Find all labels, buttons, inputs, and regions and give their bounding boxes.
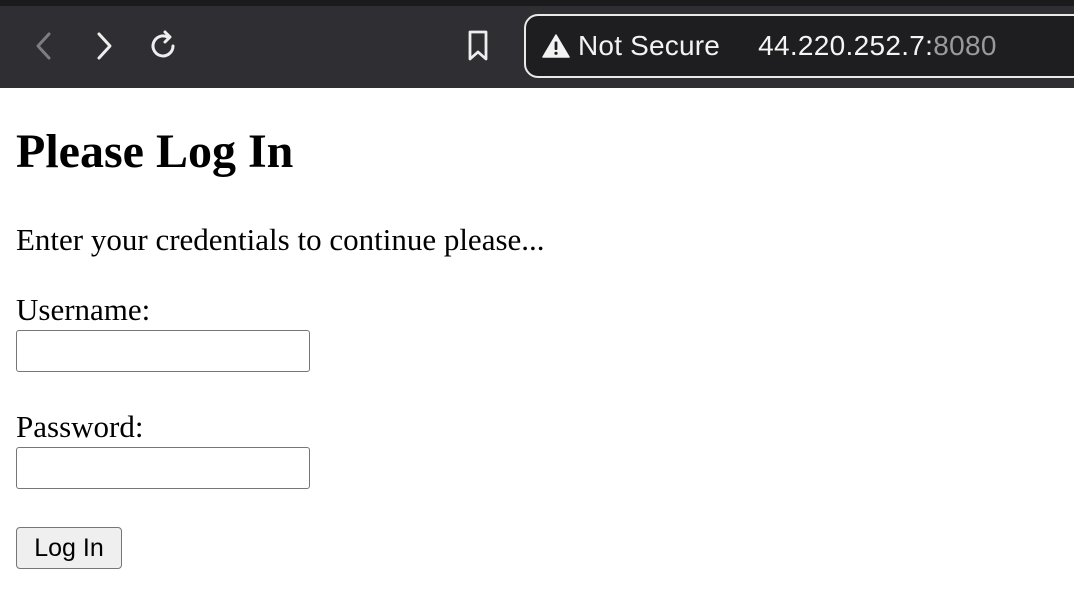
intro-text: Enter your credentials to continue pleas… xyxy=(16,222,545,257)
back-button[interactable] xyxy=(26,28,62,64)
bookmark-icon xyxy=(468,30,488,61)
bookmark-button[interactable] xyxy=(460,28,496,64)
url-port: 8080 xyxy=(933,30,997,61)
chevron-right-icon xyxy=(97,32,112,60)
url-host: 44.220.252.7: xyxy=(758,30,934,61)
username-input[interactable] xyxy=(16,330,310,372)
password-input[interactable] xyxy=(16,447,310,489)
security-label: Not Secure xyxy=(578,30,721,61)
reload-button[interactable] xyxy=(145,28,181,64)
login-button[interactable]: Log In xyxy=(16,527,122,569)
chevron-left-icon xyxy=(36,32,51,60)
warning-triangle-icon xyxy=(542,33,570,59)
forward-button[interactable] xyxy=(86,28,122,64)
page-title: Please Log In xyxy=(16,125,294,178)
reload-icon xyxy=(151,30,175,58)
username-label: Username: xyxy=(16,292,151,327)
password-label: Password: xyxy=(16,409,144,444)
browser-toolbar: Not Secure 44.220.252.7: 8080 xyxy=(0,0,1074,88)
address-bar[interactable]: Not Secure 44.220.252.7: 8080 xyxy=(524,14,1074,78)
